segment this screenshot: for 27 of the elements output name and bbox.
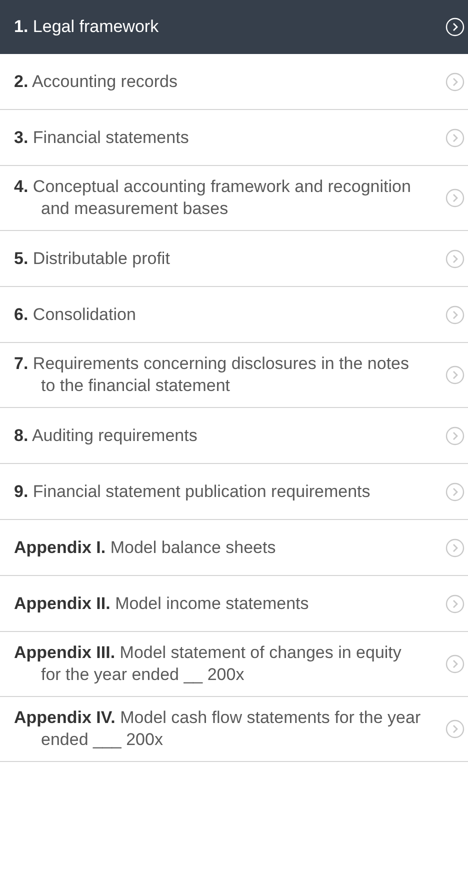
chevron-circle-icon [445,248,465,268]
chevron-circle-icon [445,719,465,739]
chevron-circle-icon [445,16,465,36]
chapter-title: 9. Financial statement publication requirements [14,480,372,502]
chapter-title: 2. Accounting records [14,70,178,92]
chevron-circle-icon [445,304,465,324]
chevron-circle-icon [445,654,465,674]
chevron-circle-icon [445,594,465,614]
chapter-title: Appendix IV. Model cash flow statements for the year ended ___ 200x [14,707,422,751]
chapter-title: 7. Requirements concerning disclosures in the notes to the financial statement [14,353,410,397]
chapter-title: 8. Auditing requirements [14,424,198,446]
chevron-circle-icon [445,365,465,385]
chapter-item[interactable]: 1. Legal framework [0,0,468,54]
chevron-circle-icon [445,72,465,92]
chevron-circle-icon [445,482,465,502]
chapter-title: 1. Legal framework [14,16,160,38]
chapter-title: 5. Distributable profit [14,248,171,270]
chapter-title: Appendix II. Model income statements [14,592,310,614]
chevron-circle-icon [445,426,465,446]
chapter-title: 3. Financial statements [14,126,190,148]
chapter-title: 6. Consolidation [14,304,137,326]
chevron-circle-icon [445,538,465,558]
chapter-title: 4. Conceptual accounting framework and recognition and measurement bases [14,176,412,220]
chapter-title: Appendix I. Model balance sheets [14,536,277,558]
chevron-circle-icon [445,128,465,148]
chevron-circle-icon [445,188,465,208]
chapter-title: Appendix III. Model statement of changes in equity for the year ended __ 200x [14,642,402,686]
